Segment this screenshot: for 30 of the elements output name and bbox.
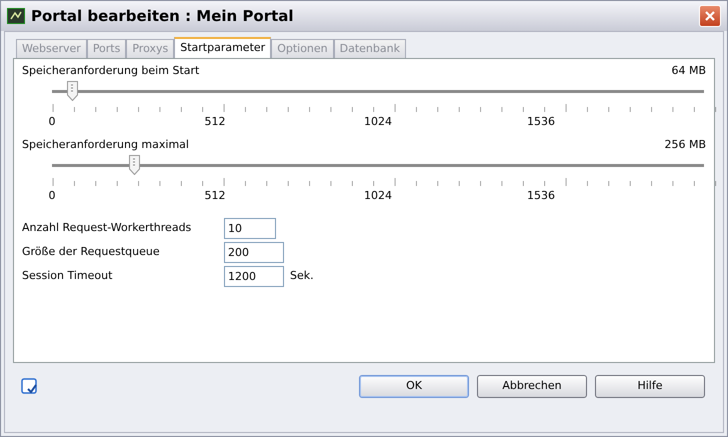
window-title: Portal bearbeiten : Mein Portal [31,6,294,27]
scale-label: 1024 [364,114,392,130]
tab[interactable]: Startparameter [174,37,272,58]
field-label: Größe der Requestqueue [22,244,161,260]
slider-thumb[interactable] [128,155,140,175]
dialog-button[interactable]: OK [359,374,469,398]
dialog-button[interactable]: Abbrechen [477,374,587,398]
scale-label: 512 [204,114,226,130]
slider-label: Speicheranforderung beim Start [22,62,200,79]
unit-label: Sek. [290,268,314,284]
slider-reading: 256 MB [664,136,706,153]
dialog-button[interactable]: Hilfe [595,374,705,398]
close-button[interactable] [699,5,721,27]
scale-label: 1024 [364,188,392,204]
input-field[interactable]: 200 [224,242,284,262]
scale-label: 1536 [527,114,555,130]
scale-label: 0 [48,114,56,130]
app-icon [7,8,25,24]
scale-label: 0 [48,188,56,204]
slider-label: Speicheranforderung maximal [22,136,189,153]
slider-reading: 64 MB [671,62,706,79]
input-field[interactable]: 1200 [224,266,284,286]
checkbox-window-icon[interactable] [21,378,37,394]
close-icon [704,10,716,22]
slider-thumb[interactable] [67,81,78,101]
scale-label: 512 [204,188,226,204]
scale-label: 1536 [527,188,555,204]
field-label: Session Timeout [22,268,114,284]
input-field[interactable]: 10 [224,218,276,238]
field-label: Anzahl Request-Workerthreads [22,220,192,236]
